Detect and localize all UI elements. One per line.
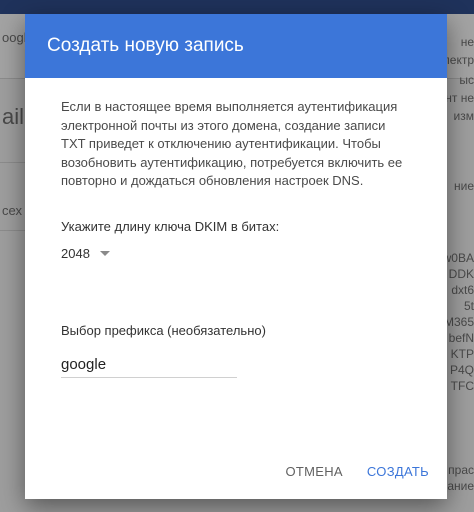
key-length-select[interactable]: 2048: [61, 246, 110, 261]
create-button[interactable]: СОЗДАТЬ: [367, 460, 429, 483]
dialog-description: Если в настоящее время выполняется аутен…: [61, 99, 403, 188]
dialog-actions: ОТМЕНА СОЗДАТЬ: [285, 460, 429, 483]
dialog-body: Если в настоящее время выполняется аутен…: [25, 78, 447, 378]
key-length-label: Укажите длину ключа DKIM в битах:: [61, 218, 280, 234]
cancel-button[interactable]: ОТМЕНА: [285, 460, 342, 483]
create-record-dialog: Создать новую запись Если в настоящее вр…: [25, 14, 447, 499]
dialog-title: Создать новую запись: [47, 35, 244, 56]
prefix-label: Выбор префикса (необязательно): [61, 322, 266, 338]
key-length-value: 2048: [61, 245, 90, 261]
prefix-input[interactable]: [61, 355, 237, 378]
dropdown-arrow-icon: [99, 251, 110, 256]
dialog-header: Создать новую запись: [25, 14, 447, 78]
